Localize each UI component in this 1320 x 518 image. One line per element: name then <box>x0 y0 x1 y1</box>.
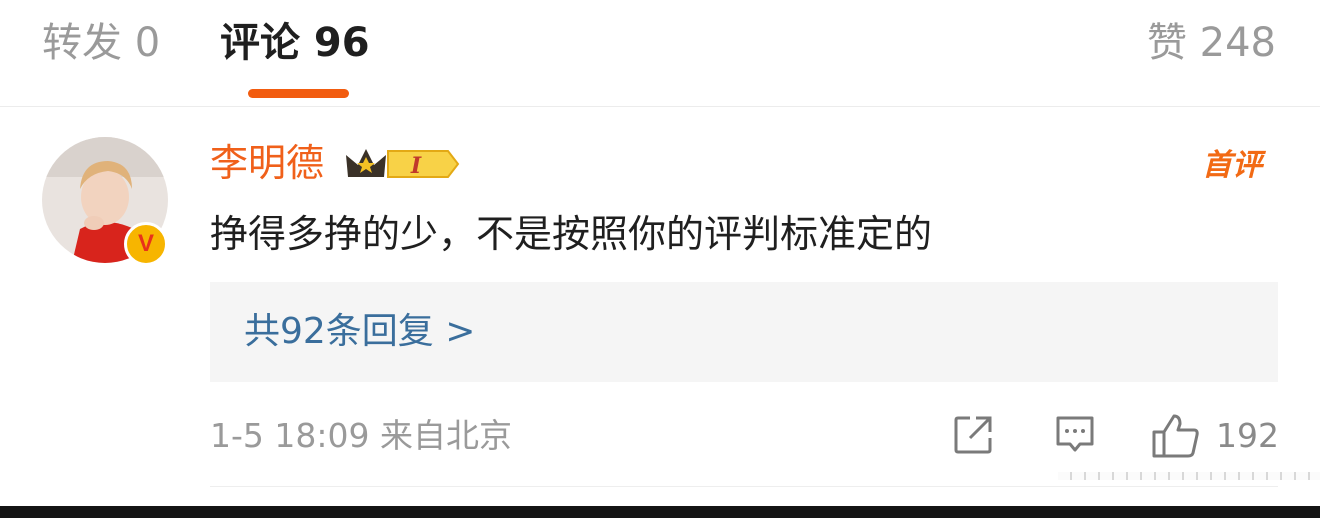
tab-likes[interactable]: 赞 248 <box>1147 18 1276 68</box>
like-icon[interactable] <box>1150 412 1202 460</box>
divider <box>210 486 1278 487</box>
like-count: 192 <box>1216 416 1279 455</box>
active-tab-indicator <box>248 89 349 98</box>
bottom-bar <box>0 506 1320 518</box>
comment-tabs: 转发 0 评论 96 赞 248 <box>0 0 1320 107</box>
comment-text: 挣得多挣的少，不是按照你的评判标准定的 <box>210 212 933 256</box>
vip-level-badge[interactable]: I <box>344 143 462 185</box>
verified-badge: V <box>124 222 168 266</box>
comment-username[interactable]: 李明德 <box>210 138 324 188</box>
verified-badge-label: V <box>137 230 154 257</box>
share-icon[interactable] <box>950 412 996 458</box>
replies-box[interactable]: 共92条回复 > <box>210 282 1278 382</box>
view-replies-link[interactable]: 共92条回复 > <box>244 308 475 356</box>
watermark-pattern <box>1058 472 1320 480</box>
reply-icon[interactable] <box>1052 412 1098 458</box>
vip-level-label: I <box>410 153 422 179</box>
first-comment-badge: 首评 <box>1202 148 1262 183</box>
comment-meta: 1-5 18:09 来自北京 <box>210 416 512 455</box>
tab-comments[interactable]: 评论 96 <box>220 18 370 68</box>
tab-repost[interactable]: 转发 0 <box>42 18 160 68</box>
